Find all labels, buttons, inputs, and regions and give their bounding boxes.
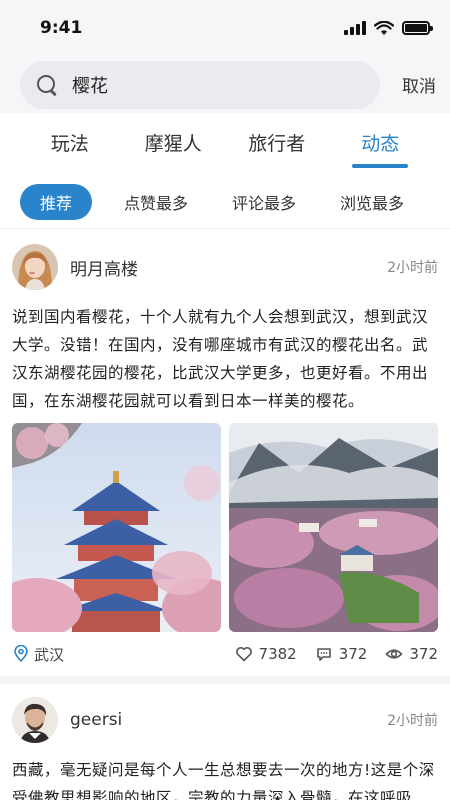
post-card[interactable]: geersi 2小时前 西藏，毫无疑问是每个人一生总想要去一次的地方!这是个深受…	[0, 684, 450, 800]
signal-icon	[344, 21, 366, 35]
search-box[interactable]	[20, 60, 380, 109]
location[interactable]: 武汉	[12, 644, 217, 665]
status-icons	[344, 20, 433, 36]
heart-icon	[235, 647, 252, 662]
tab-feed[interactable]: 动态	[329, 129, 433, 160]
view-count: 372	[409, 645, 438, 663]
search-icon	[36, 74, 58, 96]
wifi-icon	[374, 20, 394, 35]
filter-most-commented[interactable]: 评论最多	[218, 184, 310, 220]
tab-gameplay[interactable]: 玩法	[18, 129, 122, 160]
post-time: 2小时前	[387, 260, 438, 276]
author-name[interactable]: geersi	[70, 710, 387, 730]
post-text: 说到国内看樱花，十个人就有九个人会想到武汉，想到武汉大学。没错！在国内，没有哪座…	[12, 308, 429, 410]
post-card[interactable]: 明月高楼 2小时前 说到国内看樱花，十个人就有九个人会想到武汉，想到武汉大学。没…	[0, 229, 450, 684]
author-name[interactable]: 明月高楼	[70, 255, 387, 280]
location-pin-icon	[14, 645, 28, 663]
category-tabs: 玩法 摩猩人 旅行者 动态	[0, 113, 450, 175]
view-stat: 372	[385, 645, 438, 663]
photo-valley[interactable]	[229, 423, 438, 632]
status-bar: 9:41	[0, 0, 450, 56]
avatar[interactable]	[12, 244, 58, 290]
search-row: 取消	[0, 56, 450, 113]
post-header: 明月高楼 2小时前	[12, 243, 438, 291]
comment-count: 372	[338, 645, 368, 663]
location-label: 武汉	[34, 645, 65, 664]
battery-icon	[402, 21, 433, 35]
post-header: geersi 2小时前	[12, 696, 438, 744]
search-input[interactable]	[72, 74, 292, 95]
photo-pagoda[interactable]	[12, 423, 221, 632]
like-button[interactable]: 7382	[235, 645, 297, 663]
comment-button[interactable]: 372	[315, 645, 368, 663]
status-time: 9:41	[40, 18, 83, 38]
post-meta: 武汉 7382 372 372	[12, 632, 438, 676]
filter-recommended[interactable]: 推荐	[20, 183, 92, 220]
eye-icon	[385, 649, 403, 659]
post-time: 2小时前	[387, 713, 438, 729]
tab-travelers[interactable]: 旅行者	[225, 129, 329, 160]
post-text: 西藏，毫无疑问是每个人一生总想要去一次的地方!这是个深受佛教思想影响的地区，宗教…	[12, 761, 435, 800]
photo-grid	[12, 423, 438, 632]
like-count: 7382	[258, 645, 297, 663]
avatar[interactable]	[12, 697, 58, 743]
filter-most-liked[interactable]: 点赞最多	[110, 184, 202, 220]
sort-filters: 推荐 点赞最多 评论最多 浏览最多	[0, 175, 450, 229]
cancel-button[interactable]: 取消	[402, 72, 436, 97]
filter-most-viewed[interactable]: 浏览最多	[326, 184, 418, 220]
comment-icon	[316, 648, 331, 661]
tab-moxing-people[interactable]: 摩猩人	[122, 129, 226, 160]
divider	[0, 676, 450, 684]
